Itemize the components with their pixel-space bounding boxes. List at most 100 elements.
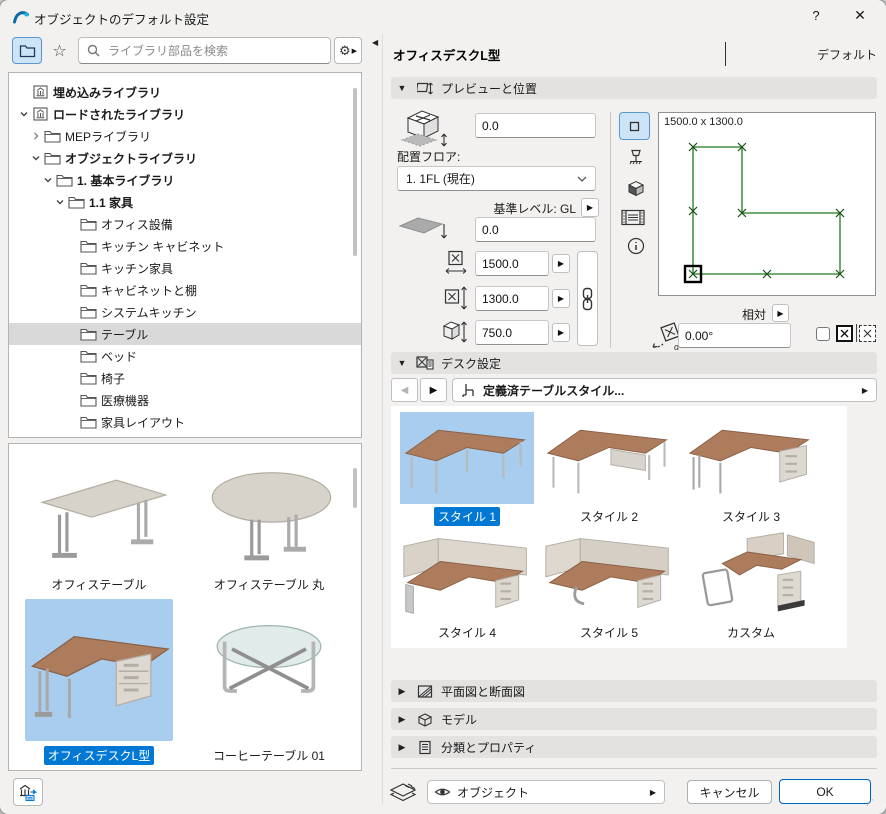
style-option[interactable]: スタイル 3 — [683, 412, 819, 526]
style3-thumbnail[interactable] — [684, 412, 818, 504]
tree-item[interactable]: キャビネットと棚 — [9, 279, 361, 301]
tree-item[interactable]: 家具レイアウト — [9, 411, 361, 433]
next-page-button[interactable]: ▶ — [420, 378, 447, 402]
cancel-button[interactable]: キャンセル — [687, 780, 772, 804]
section-desk-settings[interactable]: ▼ デスク設定 — [391, 352, 877, 374]
style2-thumbnail[interactable] — [542, 412, 676, 504]
base-level-flyout-button[interactable]: ▶ — [581, 198, 599, 217]
top-offset-field[interactable] — [475, 113, 596, 138]
preview-3d-view-button[interactable] — [624, 176, 648, 200]
floorplan-icon — [413, 684, 437, 699]
table-style-selector[interactable]: 定義済テーブルスタイル... ▶ — [452, 378, 877, 402]
library-item[interactable]: オフィステーブル 丸 — [191, 452, 347, 594]
section-classification-properties[interactable]: ▶ 分類とプロパティ — [391, 736, 877, 758]
style-option[interactable]: カスタム — [683, 528, 819, 642]
square-icon — [629, 121, 640, 132]
home-story-select[interactable]: 1. 1FL (現在) — [397, 166, 596, 191]
tree-item[interactable]: ロードされたライブラリ — [9, 103, 361, 125]
relative-angle-label: 相対 — [700, 306, 766, 323]
section-model[interactable]: ▶ モデル — [391, 708, 877, 730]
depth-field[interactable] — [475, 286, 549, 311]
style-option[interactable]: スタイル 2 — [541, 412, 677, 526]
style-option[interactable]: スタイル 5 — [541, 528, 677, 642]
object-2d-preview[interactable]: 1500.0 x 1300.0 — [658, 112, 876, 296]
panel-divider — [382, 34, 383, 804]
chevron-down-icon[interactable] — [17, 109, 31, 119]
search-settings-button[interactable]: ⚙▶ — [334, 37, 362, 64]
style5-thumbnail[interactable] — [542, 528, 676, 620]
thumbnail-scrollbar[interactable] — [353, 468, 357, 508]
folder-view-toggle-button[interactable] — [12, 37, 42, 64]
custom-thumbnail[interactable] — [684, 528, 818, 620]
tree-item[interactable]: オフィス設備 — [9, 213, 361, 235]
help-button[interactable]: ? — [796, 0, 836, 30]
style-option[interactable]: スタイル 4 — [399, 528, 535, 642]
preview-position-icon — [413, 81, 437, 96]
tree-item[interactable]: MEPライブラリ — [9, 125, 361, 147]
layer-value: オブジェクト — [451, 784, 650, 801]
tree-item[interactable]: 1. 基本ライブラリ — [9, 169, 361, 191]
rotation-angle-field[interactable] — [678, 323, 791, 348]
search-box[interactable] — [78, 37, 331, 64]
chevron-down-icon[interactable] — [29, 153, 43, 163]
style-gallery: スタイル 1 スタイル 2 スタイル 3 スタイル 4スタイル 5カスタム — [391, 406, 847, 648]
layer-selector[interactable]: オブジェクト ▶ — [427, 780, 665, 804]
depth-flyout-button[interactable]: ▶ — [552, 289, 570, 308]
preview-2d-symbol-button[interactable] — [619, 112, 650, 140]
chevron-down-icon[interactable] — [41, 175, 55, 185]
tree-item[interactable]: キッチン キャビネット — [9, 235, 361, 257]
ldesk-thumbnail[interactable] — [25, 599, 173, 741]
search-input[interactable] — [106, 43, 330, 59]
folder-icon — [79, 416, 98, 429]
previous-page-button[interactable]: ◀ — [391, 378, 418, 402]
l-shape-plan-drawing — [659, 113, 875, 295]
style-option[interactable]: スタイル 1 — [399, 412, 535, 526]
library-item[interactable]: オフィステーブル — [21, 452, 177, 594]
style4-thumbnail[interactable] — [400, 528, 534, 620]
tree-item-label: キャビネットと棚 — [98, 282, 197, 299]
ok-button[interactable]: OK — [779, 779, 871, 804]
preview-2d-view-button[interactable] — [624, 145, 648, 169]
width-flyout-button[interactable]: ▶ — [552, 254, 570, 273]
tree-item-label: 埋め込みライブラリ — [50, 84, 161, 101]
height-field[interactable] — [475, 320, 549, 345]
link-dimensions-button[interactable] — [577, 251, 598, 346]
bottom-offset-field[interactable] — [475, 217, 596, 242]
chevron-right-icon[interactable] — [29, 131, 43, 141]
section-floorplan-section[interactable]: ▶ 平面図と断面図 — [391, 680, 877, 702]
tree-item[interactable]: 1.1 家具 — [9, 191, 361, 213]
tree-item-label: オフィス設備 — [98, 216, 173, 233]
relative-angle-flyout-button[interactable]: ▶ — [772, 304, 789, 322]
tree-item[interactable]: キッチン家具 — [9, 257, 361, 279]
library-manager-button[interactable] — [13, 778, 43, 806]
coffee-thumbnail[interactable] — [195, 599, 343, 741]
library-item-label: オフィステーブル 丸 — [210, 575, 328, 594]
width-field[interactable] — [475, 251, 549, 276]
mirror-checkbox[interactable] — [816, 327, 830, 341]
resize-grip[interactable]: ⋰ — [866, 798, 880, 810]
tree-item[interactable]: 埋め込みライブラリ — [9, 81, 361, 103]
table-thumbnail[interactable] — [25, 452, 173, 570]
section-preview-position[interactable]: ▼ プレビューと位置 — [391, 77, 877, 99]
preview-animation-button[interactable] — [621, 205, 645, 229]
tree-item[interactable]: ベッド — [9, 345, 361, 367]
object-name-field[interactable] — [391, 42, 726, 66]
library-item[interactable]: コーヒーテーブル 01 — [191, 599, 347, 765]
round-thumbnail[interactable] — [195, 452, 343, 570]
library-item[interactable]: オフィスデスクL型 — [21, 599, 177, 765]
tree-item[interactable]: システムキッチン — [9, 301, 361, 323]
style-option-label: スタイル 2 — [576, 507, 642, 526]
tree-item[interactable]: オブジェクトライブラリ — [9, 147, 361, 169]
favorites-button[interactable]: ☆ — [45, 37, 74, 64]
tree-item[interactable]: 医療機器 — [9, 389, 361, 411]
tree-item[interactable]: 椅子 — [9, 367, 361, 389]
chevron-down-icon[interactable] — [53, 197, 67, 207]
style1-thumbnail[interactable] — [400, 412, 534, 504]
info-button[interactable] — [624, 234, 648, 258]
tree-scrollbar[interactable] — [353, 88, 357, 256]
close-button[interactable]: ✕ — [840, 0, 880, 30]
collapse-panel-arrow[interactable]: ◀ — [372, 38, 380, 48]
height-flyout-button[interactable]: ▶ — [552, 323, 570, 342]
tree-item[interactable]: テーブル — [9, 323, 361, 345]
object-default-settings-dialog: オブジェクトのデフォルト設定 ? ✕ ☆ ⚙▶ ◀ 埋め込みライブラリロードされ… — [0, 0, 886, 814]
